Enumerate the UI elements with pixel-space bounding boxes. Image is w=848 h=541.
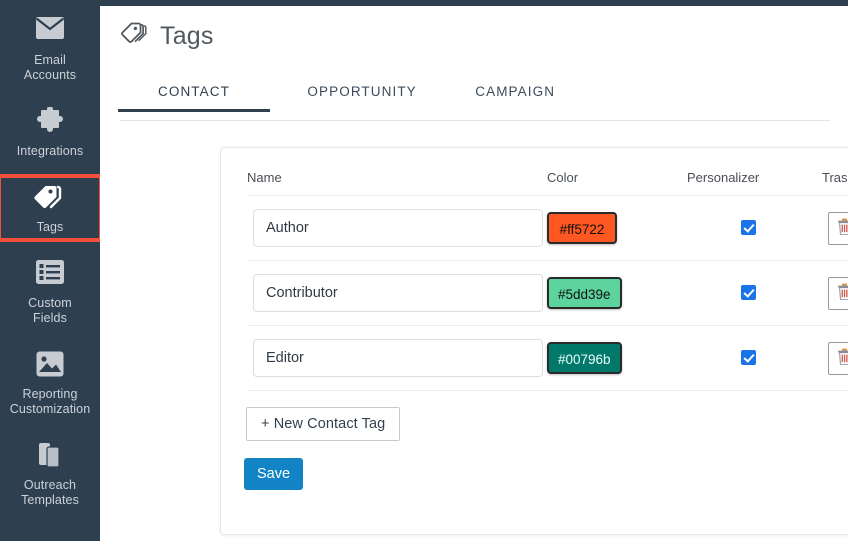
main-content: Tags CONTACT OPPORTUNITY CAMPAIGN Name C… — [100, 0, 848, 541]
sidebar-item-reporting-customization[interactable]: Reporting Customization — [0, 344, 100, 421]
cell-color: #5dd39e — [547, 260, 687, 326]
tag-icon — [2, 183, 98, 217]
table-row: #00796b — [247, 325, 848, 391]
table-row: #ff5722 — [247, 195, 848, 261]
cell-personalizer — [687, 260, 822, 326]
page-title: Tags — [160, 21, 214, 50]
cell-trash — [822, 325, 848, 391]
sidebar-item-label: Custom — [28, 296, 72, 310]
sidebar-item-label: Tags — [36, 220, 64, 234]
delete-row-button[interactable] — [828, 211, 848, 245]
column-header-personalizer: Personalizer — [687, 170, 822, 196]
puzzle-icon — [2, 107, 98, 141]
tab-opportunity[interactable]: OPPORTUNITY — [307, 84, 416, 111]
tag-name-input[interactable] — [253, 339, 543, 377]
tag-name-input[interactable] — [253, 209, 543, 247]
cell-personalizer — [687, 195, 822, 261]
sidebar-item-label-2: Accounts — [23, 68, 77, 82]
cell-color: #ff5722 — [547, 195, 687, 261]
cell-trash — [822, 195, 848, 261]
sidebar-item-custom-fields[interactable]: Custom Fields — [0, 253, 100, 330]
cell-personalizer — [687, 325, 822, 391]
personalizer-checkbox[interactable] — [741, 350, 756, 366]
page-header: Tags — [100, 0, 848, 51]
column-header-name: Name — [247, 170, 547, 196]
sidebar-item-label: Reporting — [22, 387, 78, 401]
column-header-color: Color — [547, 170, 687, 196]
top-bar — [100, 0, 848, 6]
cell-trash — [822, 260, 848, 326]
delete-row-button[interactable] — [828, 276, 848, 310]
sidebar-item-label-2: Templates — [21, 493, 79, 507]
app-root: Email Accounts Integrations Tags Custom … — [0, 0, 848, 541]
save-button[interactable]: Save — [244, 458, 303, 490]
sidebar-item-label: Integrations — [16, 144, 84, 158]
sidebar-item-email-accounts[interactable]: Email Accounts — [0, 10, 100, 87]
copy-icon — [2, 441, 98, 475]
new-contact-tag-button[interactable]: + New Contact Tag — [246, 407, 401, 441]
column-header-trash: Trash — [822, 170, 848, 196]
color-swatch[interactable]: #ff5722 — [547, 212, 617, 244]
table-body: #ff5722 — [247, 195, 848, 391]
tag-name-input[interactable] — [253, 274, 543, 312]
personalizer-checkbox[interactable] — [741, 220, 756, 236]
personalizer-checkbox[interactable] — [741, 285, 756, 301]
sidebar-item-label: Outreach — [23, 478, 77, 492]
color-swatch[interactable]: #5dd39e — [547, 277, 622, 309]
trash-icon — [837, 283, 848, 303]
sidebar: Email Accounts Integrations Tags Custom … — [0, 0, 103, 541]
sidebar-item-outreach-templates[interactable]: Outreach Templates — [0, 435, 100, 512]
tab-bar: CONTACT OPPORTUNITY CAMPAIGN — [118, 83, 830, 121]
cell-name — [247, 325, 547, 391]
tab-campaign[interactable]: CAMPAIGN — [475, 84, 555, 111]
tags-table: Name Color Personalizer Trash #ff5722 — [247, 170, 848, 391]
sidebar-item-label-2: Customization — [9, 402, 91, 416]
delete-row-button[interactable] — [828, 341, 848, 375]
cell-name — [247, 260, 547, 326]
envelope-icon — [2, 16, 98, 50]
color-swatch[interactable]: #00796b — [547, 342, 622, 374]
tags-card: Name Color Personalizer Trash #ff5722 — [220, 147, 848, 535]
list-icon — [2, 259, 98, 293]
cell-name — [247, 195, 547, 261]
trash-icon — [837, 218, 848, 238]
table-row: #5dd39e — [247, 260, 848, 326]
tags-icon — [120, 20, 148, 51]
sidebar-item-label-2: Fields — [33, 311, 67, 325]
trash-icon — [837, 348, 848, 368]
image-icon — [2, 350, 98, 384]
sidebar-item-label: Email — [34, 53, 66, 67]
sidebar-item-integrations[interactable]: Integrations — [0, 101, 100, 163]
tab-contact[interactable]: CONTACT — [118, 84, 270, 112]
table-header: Name Color Personalizer Trash — [247, 170, 848, 196]
sidebar-item-tags[interactable]: Tags — [0, 174, 103, 242]
cell-color: #00796b — [547, 325, 687, 391]
